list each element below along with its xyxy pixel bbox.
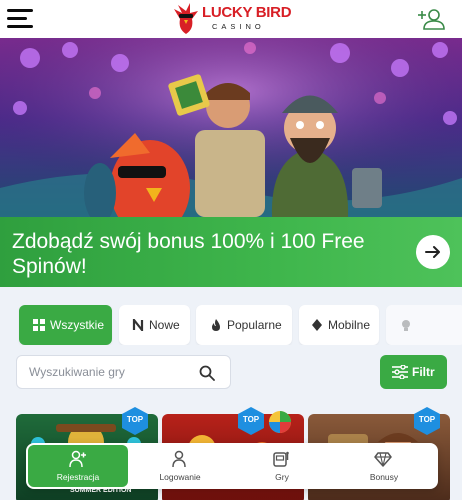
tab-all-label: Wszystkie	[50, 318, 104, 332]
hero-illustration	[0, 38, 462, 217]
nav-bonuses-label: Bonusy	[369, 472, 399, 482]
bird-logo-icon	[174, 3, 198, 34]
fire-icon	[212, 319, 220, 331]
search-icon[interactable]	[199, 365, 215, 381]
top-badge-label: TOP	[242, 415, 260, 424]
promo-arrow-button[interactable]	[416, 235, 450, 269]
top-badge: TOP	[237, 407, 265, 435]
logo-subtitle: CASINO	[212, 22, 265, 31]
nav-login[interactable]: Logowanie	[130, 445, 230, 487]
tab-mobile[interactable]: Mobilne	[299, 305, 379, 345]
tab-popular-label: Popularne	[227, 318, 282, 332]
tab-more[interactable]	[386, 305, 462, 345]
top-badge-label: TOP	[126, 415, 144, 424]
slot-machine-icon	[273, 451, 289, 467]
top-badge: TOP	[121, 407, 149, 435]
arrow-right-icon	[425, 246, 440, 258]
nav-bonuses[interactable]: Bonusy	[334, 445, 434, 487]
nav-register[interactable]: Rejestracja	[28, 445, 128, 487]
diamond-icon	[374, 452, 392, 467]
promo-text: Zdobądź swój bonus 100% i 100 Free Spinó…	[12, 230, 365, 278]
grid-icon	[33, 319, 45, 331]
bottom-navigation: Rejestracja Logowanie Gry Bonusy	[26, 443, 438, 489]
tab-new-label: Nowe	[149, 318, 180, 332]
sliders-icon	[392, 365, 408, 379]
top-header: LUCKY BIRD CASINO	[0, 0, 462, 38]
nav-games-label: Gry	[275, 472, 289, 482]
top-badge-label: TOP	[418, 415, 436, 424]
nav-register-label: Rejestracja	[56, 472, 100, 482]
filter-label: Filtr	[412, 365, 435, 379]
logo-title: LUCKY BIRD	[202, 4, 292, 21]
hamburger-icon[interactable]	[7, 9, 33, 29]
tab-all[interactable]: Wszystkie	[19, 305, 112, 345]
search-box	[16, 355, 231, 389]
filter-button[interactable]: Filtr	[380, 355, 447, 389]
brand-logo[interactable]: LUCKY BIRD CASINO	[168, 1, 292, 37]
tab-popular[interactable]: Popularne	[196, 305, 292, 345]
search-input[interactable]	[17, 356, 197, 388]
diamond-icon	[312, 319, 322, 331]
user-add-icon[interactable]	[417, 7, 445, 31]
tab-mobile-label: Mobilne	[328, 318, 371, 332]
top-badge: TOP	[413, 407, 441, 435]
user-plus-icon	[69, 450, 86, 468]
hero-banner[interactable]	[0, 38, 462, 217]
category-tabs: Wszystkie Nowe Popularne Mobilne	[0, 305, 462, 345]
tab-new[interactable]: Nowe	[119, 305, 190, 345]
user-icon	[172, 450, 186, 468]
new-icon	[132, 319, 144, 331]
nav-login-label: Logowanie	[159, 472, 201, 482]
promo-banner[interactable]: Zdobądź swój bonus 100% i 100 Free Spinó…	[0, 217, 462, 287]
bulb-icon	[402, 320, 410, 331]
wheel-icon	[269, 411, 291, 433]
nav-games[interactable]: Gry	[232, 445, 332, 487]
